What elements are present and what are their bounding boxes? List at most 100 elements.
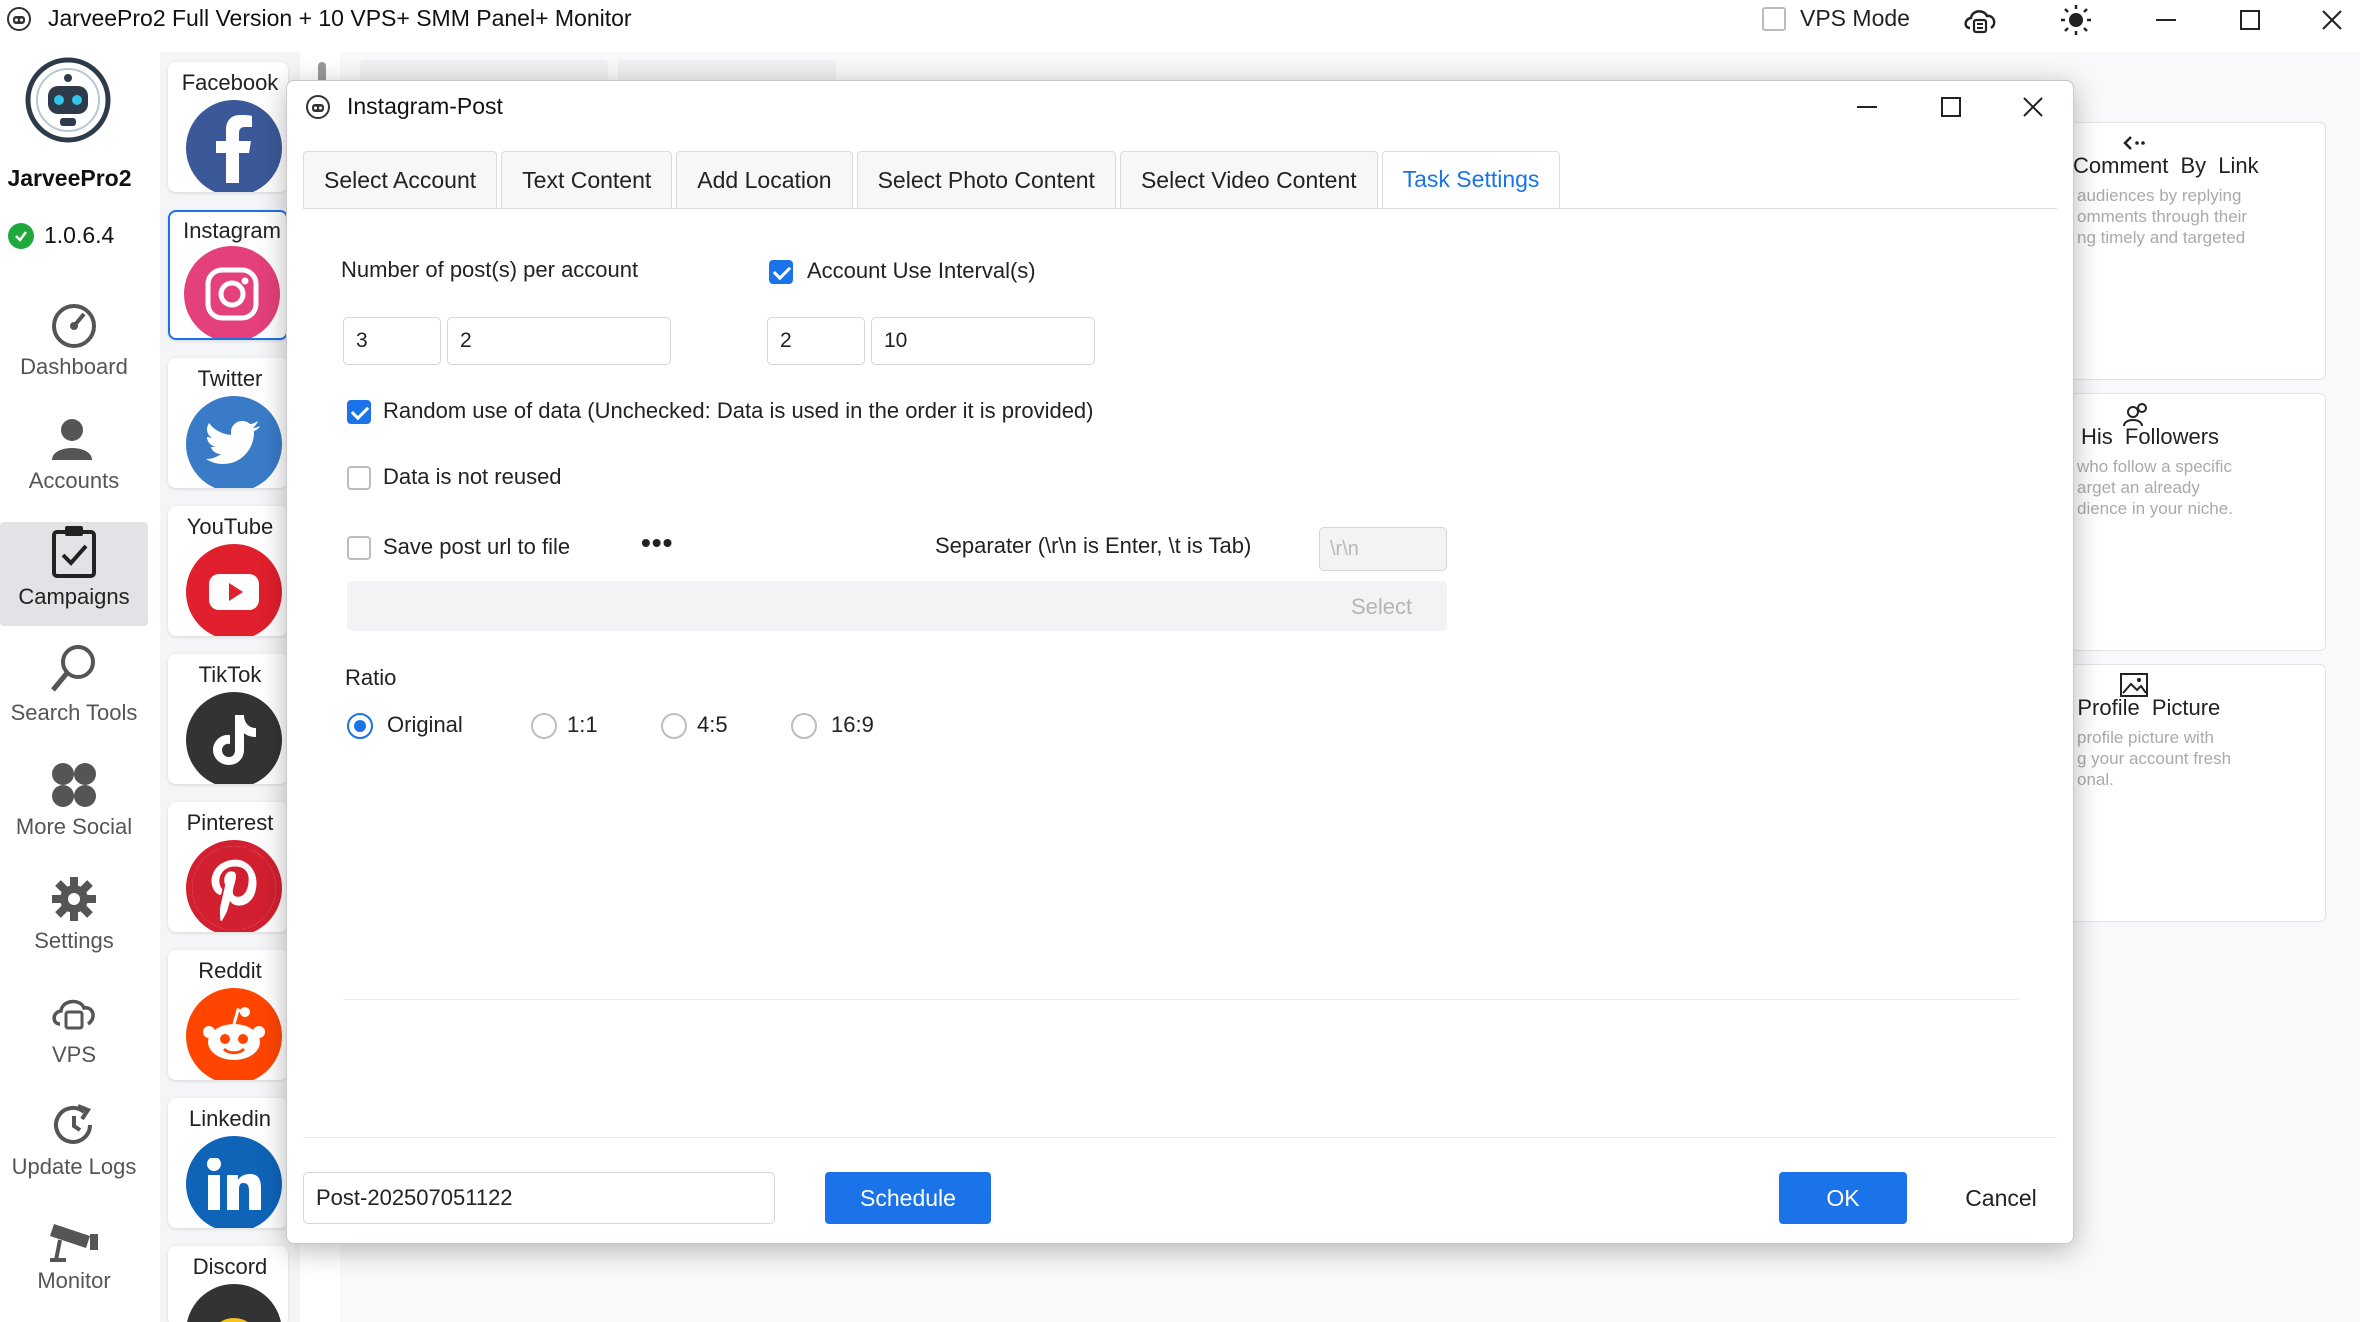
- version-text: 1.0.6.4: [44, 222, 115, 248]
- separator-input[interactable]: \r\n: [1319, 527, 1447, 571]
- vps-icon: [52, 999, 95, 1030]
- campaign-card-followers[interactable]: w His Followers who follow a specific ar…: [2056, 393, 2326, 651]
- nav-search-tools-label: Search Tools: [10, 700, 138, 725]
- campaign-card-followers-title: w His Followers: [2056, 424, 2220, 449]
- facebook-icon: [186, 100, 282, 192]
- nav-search-tools[interactable]: Search Tools: [0, 642, 148, 746]
- instagram-post-dialog: Instagram-Post Select Account Text Conte…: [286, 80, 2074, 1244]
- nav-monitor[interactable]: Monitor: [0, 1212, 148, 1316]
- tab-add-location[interactable]: Add Location: [676, 151, 853, 209]
- schedule-button[interactable]: Schedule: [825, 1172, 991, 1224]
- update-logs-icon: [54, 1104, 92, 1144]
- social-instagram[interactable]: Instagram: [168, 210, 288, 340]
- social-youtube[interactable]: YouTube: [168, 506, 288, 636]
- social-instagram-label: Instagram: [183, 218, 281, 243]
- close-icon[interactable]: [2312, 2, 2352, 38]
- social-pinterest-label: Pinterest: [186, 810, 274, 835]
- campaign-card-picture[interactable]: e Profile Picture profile picture with g…: [2056, 664, 2326, 922]
- nav-vps[interactable]: VPS: [0, 988, 148, 1092]
- maximize-icon[interactable]: [2230, 2, 2270, 38]
- social-facebook[interactable]: Facebook: [168, 62, 288, 192]
- data-not-reused-label: Data is not reused: [383, 464, 562, 489]
- nav-settings-label: Settings: [34, 928, 114, 953]
- nav-dashboard[interactable]: Dashboard: [0, 300, 148, 404]
- nav-accounts[interactable]: Accounts: [0, 414, 148, 518]
- brightness-icon[interactable]: [2056, 2, 2096, 38]
- nav-settings[interactable]: Settings: [0, 874, 148, 978]
- nav-campaigns[interactable]: Campaigns: [0, 522, 148, 626]
- more-options-button[interactable]: •••: [641, 527, 673, 559]
- jarvee-logo: [25, 57, 111, 143]
- ratio-1-1-radio[interactable]: [531, 713, 557, 739]
- tab-select-video-content[interactable]: Select Video Content: [1119, 151, 1378, 209]
- task-name-input[interactable]: Post-202507051122: [303, 1172, 775, 1224]
- social-tiktok-label: TikTok: [198, 662, 262, 687]
- random-data-label: Random use of data (Unchecked: Data is u…: [383, 398, 1094, 423]
- brand-name: JarveePro2: [7, 165, 132, 191]
- tab-select-photo-content[interactable]: Select Photo Content: [856, 151, 1116, 209]
- version-badge: 1.0.6.4: [8, 222, 114, 249]
- tab-text-content[interactable]: Text Content: [501, 151, 673, 209]
- posts-per-account-label: Number of post(s) per account: [341, 257, 639, 282]
- social-reddit[interactable]: Reddit: [168, 950, 288, 1080]
- content-divider: [343, 999, 2019, 1000]
- nav-more-social[interactable]: More Social: [0, 760, 148, 864]
- interval-min-input[interactable]: 2: [767, 317, 865, 365]
- campaign-card-followers-desc: who follow a specific arget an already d…: [2077, 457, 2233, 518]
- social-linkedin-label: Linkedin: [189, 1106, 271, 1131]
- posts-min-input[interactable]: 3: [343, 317, 441, 365]
- save-post-url-checkbox[interactable]: [347, 536, 371, 560]
- dialog-minimize-icon[interactable]: [1845, 87, 1889, 127]
- separator-label: Separater (\r\n is Enter, \t is Tab): [935, 533, 1252, 558]
- monitor-icon: [50, 1224, 98, 1262]
- ratio-original-radio[interactable]: [347, 713, 373, 739]
- social-youtube-label: YouTube: [186, 514, 274, 539]
- campaign-card-picture-title: e Profile Picture: [2056, 695, 2221, 720]
- account-interval-label: Account Use Interval(s): [807, 258, 1036, 283]
- data-not-reused-checkbox[interactable]: [347, 466, 371, 490]
- ratio-4-5-radio[interactable]: [661, 713, 687, 739]
- cancel-button[interactable]: Cancel: [1941, 1172, 2061, 1224]
- interval-max-input[interactable]: 10: [871, 317, 1095, 365]
- account-interval-checkbox[interactable]: [769, 260, 793, 284]
- tab-task-settings[interactable]: Task Settings: [1381, 151, 1561, 209]
- ratio-16-9-radio[interactable]: [791, 713, 817, 739]
- app-robot-icon: [7, 7, 31, 31]
- social-discord-label: Discord: [192, 1254, 268, 1279]
- dialog-maximize-icon[interactable]: [1929, 87, 1973, 127]
- accounts-icon: [52, 419, 92, 460]
- social-platform-list: Facebook Instagram Twitter YouTube TikTo…: [160, 52, 300, 1322]
- cloud-server-icon[interactable]: [1960, 2, 2000, 38]
- dialog-close-icon[interactable]: [2011, 87, 2055, 127]
- dialog-tabs: Select Account Text Content Add Location…: [303, 151, 1564, 209]
- ratio-original-label: Original: [387, 712, 463, 737]
- linkedin-icon: [186, 1136, 282, 1228]
- random-data-checkbox[interactable]: [347, 400, 371, 424]
- vps-mode-checkbox[interactable]: [1762, 7, 1786, 31]
- social-pinterest[interactable]: Pinterest: [168, 802, 288, 932]
- search-icon: [51, 645, 95, 692]
- youtube-icon: [186, 544, 282, 636]
- minimize-icon[interactable]: [2146, 2, 2186, 38]
- nav-vps-label: VPS: [51, 1042, 97, 1067]
- social-tiktok[interactable]: TikTok: [168, 654, 288, 784]
- campaign-card-comment[interactable]: Comment By Link audiences by replying om…: [2056, 122, 2326, 380]
- social-twitter-label: Twitter: [197, 366, 263, 391]
- tab-select-account[interactable]: Select Account: [303, 151, 498, 209]
- comment-icon: [2123, 136, 2145, 150]
- social-facebook-label: Facebook: [181, 70, 279, 95]
- save-post-url-label: Save post url to file: [383, 534, 571, 559]
- nav-update-logs[interactable]: Update Logs: [0, 1100, 148, 1204]
- social-discord[interactable]: Discord: [168, 1246, 288, 1322]
- social-linkedin[interactable]: Linkedin: [168, 1098, 288, 1228]
- social-twitter[interactable]: Twitter: [168, 358, 288, 488]
- ratio-1-1-label: 1:1: [567, 712, 598, 737]
- ok-button[interactable]: OK: [1779, 1172, 1907, 1224]
- nav-more-social-label: More Social: [15, 814, 133, 839]
- nav-monitor-label: Monitor: [37, 1268, 111, 1293]
- select-path-button[interactable]: Select: [1351, 594, 1412, 620]
- ratio-4-5-label: 4:5: [697, 712, 728, 737]
- posts-max-input[interactable]: 2: [447, 317, 671, 365]
- twitter-icon: [186, 396, 282, 488]
- window-titlebar: JarveePro2 Full Version + 10 VPS+ SMM Pa…: [0, 0, 2360, 40]
